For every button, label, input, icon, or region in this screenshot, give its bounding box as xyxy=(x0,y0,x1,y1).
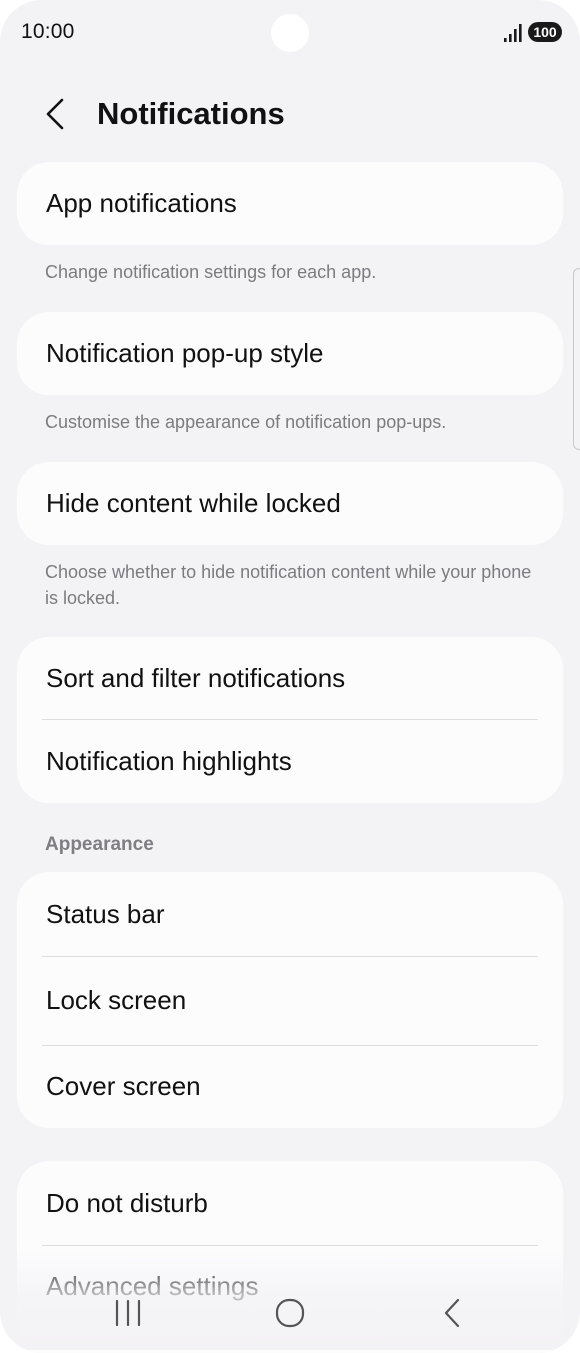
status-bar-label: Status bar xyxy=(46,899,165,929)
app-notifications-description: Change notification settings for each ap… xyxy=(45,262,377,282)
hide-content-label: Hide content while locked xyxy=(46,488,341,518)
back-button[interactable] xyxy=(36,94,76,134)
status-bar-item[interactable]: Status bar xyxy=(17,872,563,956)
app-notifications-card: App notifications xyxy=(17,162,563,245)
home-button[interactable] xyxy=(270,1295,310,1331)
status-time: 10:00 xyxy=(21,20,75,43)
app-notifications-item[interactable]: App notifications xyxy=(17,162,563,245)
scrollbar[interactable] xyxy=(573,268,580,450)
cellular-signal-icon xyxy=(504,24,522,42)
popup-style-description: Customise the appearance of notification… xyxy=(45,412,447,432)
navigation-bar xyxy=(0,1283,580,1343)
home-icon xyxy=(275,1298,305,1328)
appearance-card: Status bar Lock screen Cover screen xyxy=(17,872,563,1128)
hide-content-item[interactable]: Hide content while locked xyxy=(17,462,563,545)
nav-back-button[interactable] xyxy=(433,1295,473,1331)
chevron-left-icon xyxy=(46,98,64,130)
appearance-section-title: Appearance xyxy=(45,834,154,855)
highlights-item[interactable]: Notification highlights xyxy=(17,720,563,803)
popup-style-label: Notification pop-up style xyxy=(46,338,324,368)
lock-screen-item[interactable]: Lock screen xyxy=(17,956,563,1045)
lock-screen-label: Lock screen xyxy=(46,985,187,1015)
status-bar: 10:00 100 xyxy=(0,0,580,64)
highlights-label: Notification highlights xyxy=(46,746,292,776)
sort-filter-item[interactable]: Sort and filter notifications xyxy=(17,637,563,720)
page-title: Notifications xyxy=(97,96,285,131)
battery-indicator: 100 xyxy=(528,22,562,42)
recents-icon xyxy=(115,1299,141,1327)
hide-content-card: Hide content while locked xyxy=(17,462,563,545)
camera-cutout xyxy=(271,14,309,52)
recents-button[interactable] xyxy=(108,1295,148,1331)
back-icon xyxy=(444,1298,460,1328)
popup-style-card: Notification pop-up style xyxy=(17,312,563,395)
cover-screen-item[interactable]: Cover screen xyxy=(17,1045,563,1128)
page-header: Notifications xyxy=(0,80,580,150)
cover-screen-label: Cover screen xyxy=(46,1071,201,1101)
hide-content-description: Choose whether to hide notification cont… xyxy=(45,562,532,608)
app-notifications-label: App notifications xyxy=(46,188,237,218)
popup-style-item[interactable]: Notification pop-up style xyxy=(17,312,563,395)
do-not-disturb-label: Do not disturb xyxy=(46,1188,208,1218)
do-not-disturb-item[interactable]: Do not disturb xyxy=(17,1161,563,1245)
sort-filter-label: Sort and filter notifications xyxy=(46,663,346,693)
notification-options-card: Sort and filter notifications Notificati… xyxy=(17,637,563,803)
phone-screen: 10:00 100 Notifications App notification… xyxy=(0,0,580,1353)
